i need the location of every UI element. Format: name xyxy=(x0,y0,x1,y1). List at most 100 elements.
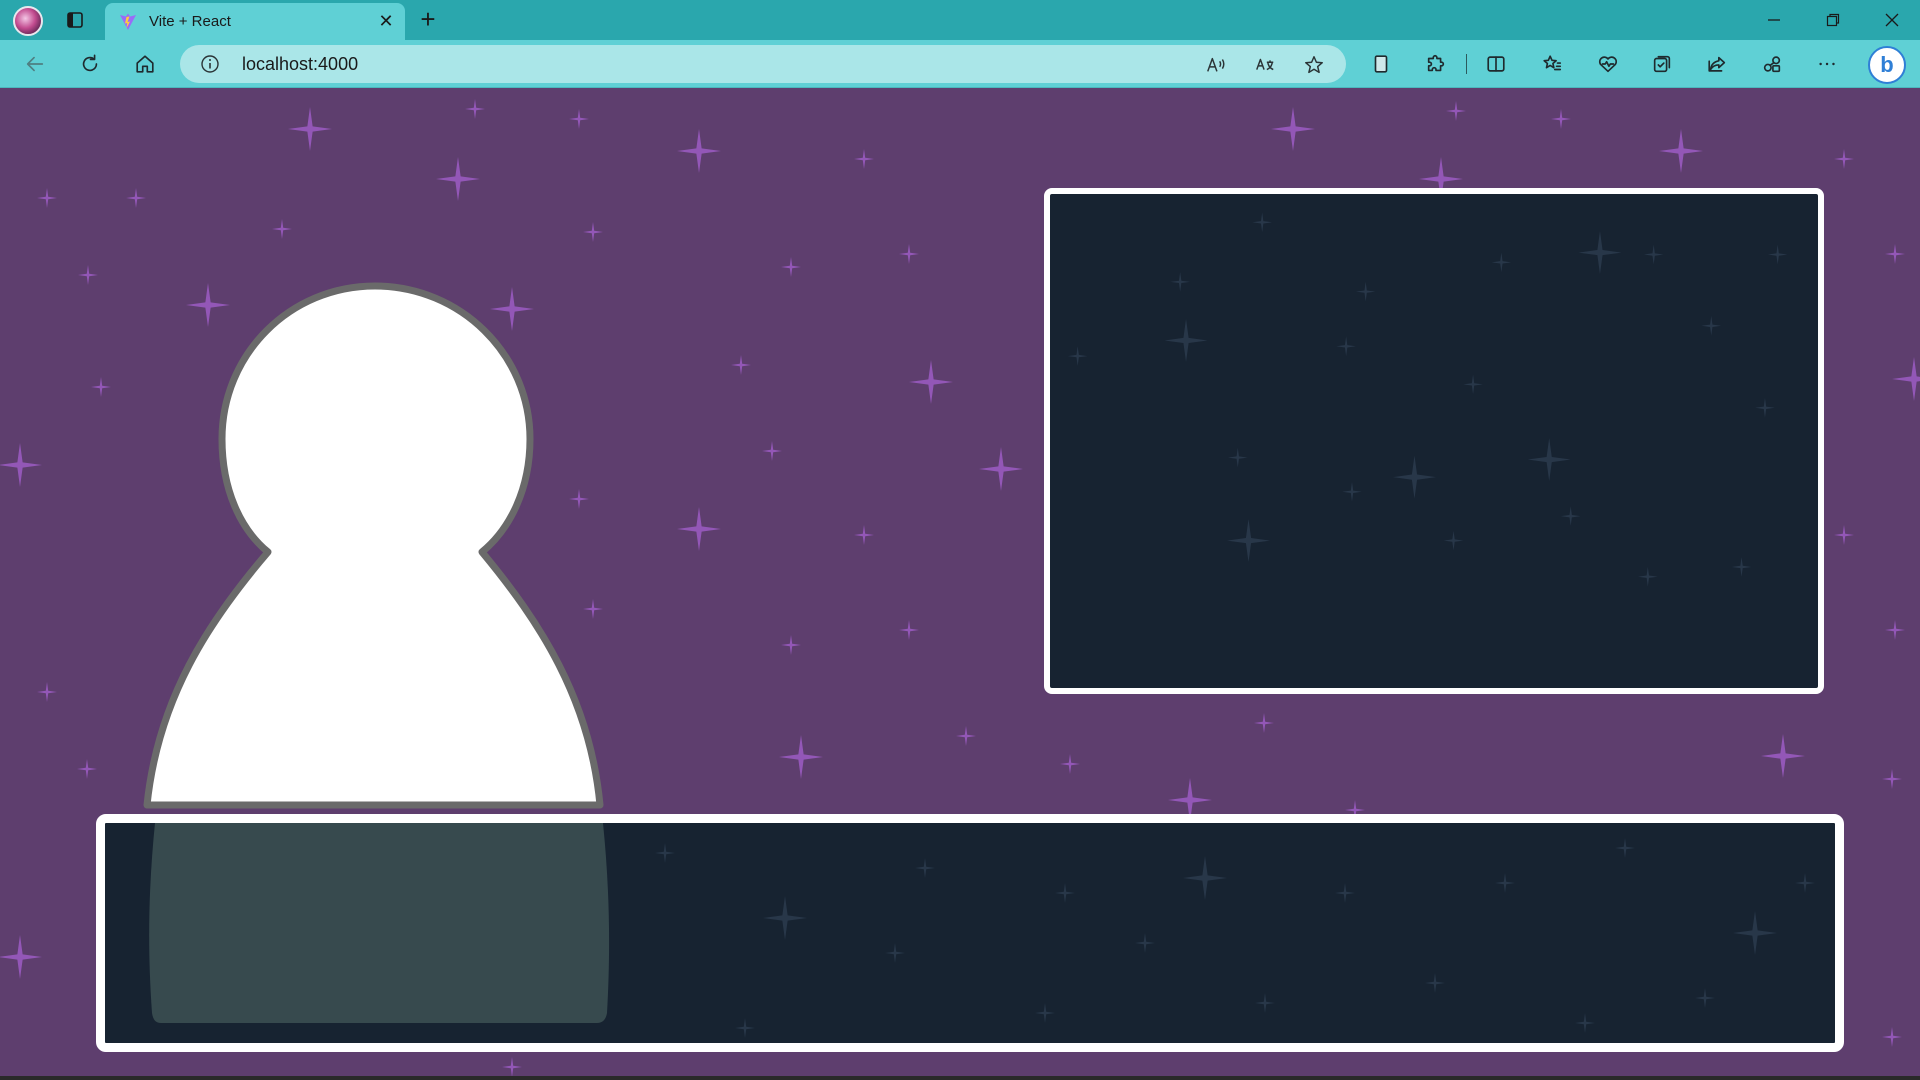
extensions-manage-icon[interactable] xyxy=(1758,50,1786,78)
sparkle-star xyxy=(436,157,480,201)
sparkle-star xyxy=(1355,281,1376,302)
sparkle-star xyxy=(502,1057,522,1077)
sparkle-star xyxy=(1491,252,1512,273)
sparkle-star xyxy=(1067,346,1088,366)
tab-title: Vite + React xyxy=(149,13,231,30)
sparkle-star xyxy=(1170,272,1190,292)
sparkle-star xyxy=(126,188,146,208)
translate-icon[interactable] xyxy=(1253,53,1277,77)
sparkle-star xyxy=(677,129,721,173)
sparkle-star xyxy=(1254,713,1274,733)
sparkle-star xyxy=(1551,109,1571,129)
sparkle-star xyxy=(288,107,332,151)
sparkle-star xyxy=(731,355,751,375)
sparkle-star xyxy=(1060,754,1080,774)
address-bar[interactable]: localhost:4000 xyxy=(180,45,1346,83)
sparkle-star xyxy=(1271,107,1315,151)
sparkle-star xyxy=(781,635,801,655)
sparkle-star xyxy=(956,726,976,746)
sparkle-star xyxy=(899,620,919,640)
star-icon[interactable] xyxy=(1302,53,1326,77)
browser-tab-active[interactable]: Vite + React ✕ xyxy=(105,3,405,40)
extensions-icon[interactable] xyxy=(1422,50,1450,78)
sparkle-star xyxy=(0,443,42,487)
sparkle-star xyxy=(490,287,534,331)
sparkle-star xyxy=(1761,734,1805,778)
sparkle-star xyxy=(1164,318,1208,362)
sparkle-star xyxy=(1755,398,1775,418)
sparkle-star xyxy=(779,735,823,779)
sparkle-star xyxy=(1336,336,1356,357)
sparkle-star xyxy=(583,599,603,619)
home-icon[interactable] xyxy=(131,50,159,78)
sparkle-star xyxy=(569,489,589,509)
read-aloud-icon[interactable] xyxy=(1204,53,1228,77)
sparkle-star xyxy=(1882,769,1902,789)
sparkle-star xyxy=(1885,244,1905,264)
favorites-icon[interactable] xyxy=(1538,50,1566,78)
toolbar-divider xyxy=(1466,54,1467,74)
sparkle-star xyxy=(1342,482,1362,502)
page-bottom-edge xyxy=(0,1076,1920,1080)
game-canvas xyxy=(0,89,1920,1080)
character-silhouette-shadow xyxy=(149,823,610,1023)
page-icon[interactable] xyxy=(1367,50,1395,78)
tab-actions-icon[interactable] xyxy=(62,8,88,32)
sparkle-star xyxy=(1834,525,1854,545)
dialogue-box-panel xyxy=(96,814,1844,1052)
sparkle-star xyxy=(78,265,98,285)
sparkle-star xyxy=(1578,231,1622,275)
sparkle-star xyxy=(1392,455,1436,499)
sparkle-star xyxy=(1560,506,1581,526)
sparkle-star xyxy=(37,682,57,702)
minimize-icon[interactable] xyxy=(1754,6,1794,34)
bing-icon[interactable]: b xyxy=(1868,46,1906,84)
close-tab-icon[interactable]: ✕ xyxy=(377,12,395,30)
sparkle-star xyxy=(762,441,782,461)
sparkle-star xyxy=(1443,530,1464,551)
sparkle-star xyxy=(1882,1027,1902,1047)
info-icon[interactable] xyxy=(200,54,220,74)
sparkle-star xyxy=(1527,438,1571,482)
browser-titlebar: Vite + React ✕ + xyxy=(0,0,1920,40)
sparkle-star xyxy=(1659,129,1703,173)
back-arrow-icon[interactable] xyxy=(21,50,49,78)
split-screen-icon[interactable] xyxy=(1482,50,1510,78)
address-url: localhost:4000 xyxy=(242,54,359,74)
more-icon[interactable] xyxy=(1813,50,1841,78)
panel-star-field xyxy=(1067,212,1788,587)
sparkle-star xyxy=(465,99,485,119)
browser-essentials-icon[interactable] xyxy=(1594,50,1622,78)
sparkle-star xyxy=(1767,244,1788,265)
new-tab-plus-icon[interactable]: + xyxy=(414,6,442,34)
refresh-icon[interactable] xyxy=(76,50,104,78)
sparkle-star xyxy=(569,109,589,129)
sparkle-star xyxy=(899,244,919,264)
sparkle-star xyxy=(1892,357,1920,401)
profile-avatar-icon[interactable] xyxy=(13,6,43,36)
sparkle-star xyxy=(1227,519,1270,563)
sparkle-star xyxy=(77,759,97,779)
sparkle-star xyxy=(1638,566,1658,587)
share-icon[interactable] xyxy=(1703,50,1731,78)
sparkle-star xyxy=(677,507,721,551)
sparkle-star xyxy=(854,149,874,169)
sparkle-star xyxy=(91,377,111,397)
sparkle-star xyxy=(1701,316,1722,336)
browser-toolbar: localhost:4000 b xyxy=(0,40,1920,88)
sparkle-star xyxy=(1834,149,1854,169)
sparkle-star xyxy=(272,219,292,239)
collections-icon[interactable] xyxy=(1648,50,1676,78)
sparkle-star xyxy=(854,525,874,545)
sparkle-star xyxy=(1228,447,1248,468)
sparkle-star xyxy=(0,935,42,979)
sparkle-star xyxy=(1252,212,1272,233)
close-window-icon[interactable] xyxy=(1872,6,1912,34)
top-display-panel xyxy=(1044,188,1824,694)
sparkle-star xyxy=(1463,374,1483,395)
sparkle-star xyxy=(1643,244,1664,265)
restore-icon[interactable] xyxy=(1813,6,1853,34)
sparkle-star xyxy=(979,447,1023,491)
sparkle-star xyxy=(1446,101,1466,121)
sparkle-star xyxy=(1731,557,1752,577)
